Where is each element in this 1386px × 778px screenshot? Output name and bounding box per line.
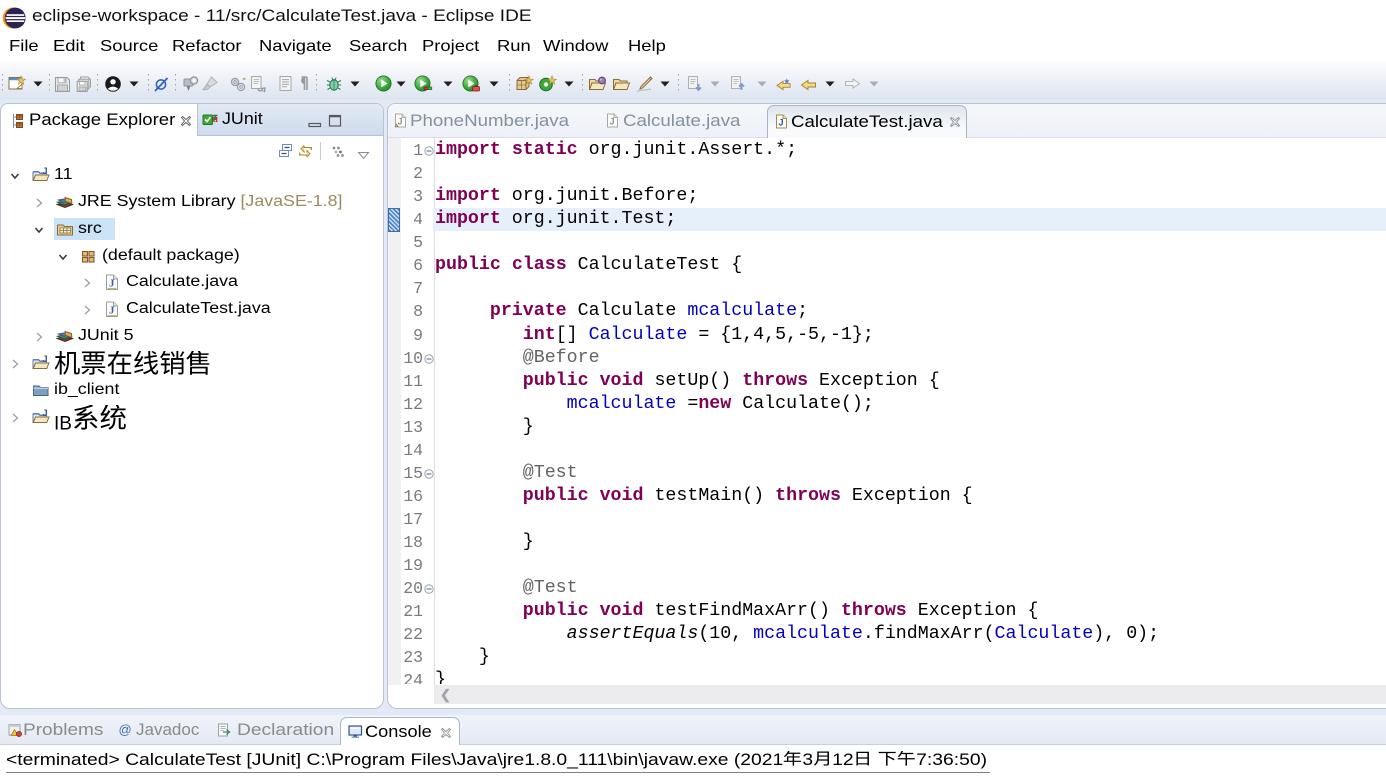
svg-text:@: @ xyxy=(119,722,132,736)
svg-text:J: J xyxy=(43,409,48,418)
svg-text:J: J xyxy=(779,118,784,128)
svg-text:J: J xyxy=(109,305,115,317)
svg-text:J: J xyxy=(43,167,48,176)
svg-text:J: J xyxy=(610,117,615,127)
svg-text:J: J xyxy=(109,278,115,290)
svg-text:J: J xyxy=(398,117,403,127)
svg-text:J: J xyxy=(43,355,48,364)
